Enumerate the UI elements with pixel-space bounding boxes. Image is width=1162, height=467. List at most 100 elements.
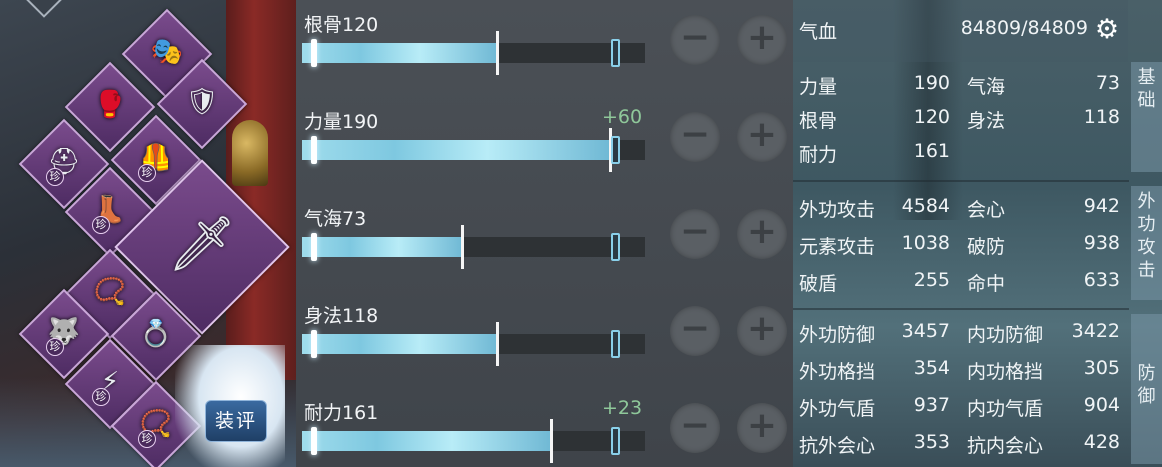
- stat-name: 耐力: [799, 144, 838, 166]
- attribute-bar: [302, 419, 645, 463]
- decrease-button[interactable]: −: [670, 306, 720, 356]
- attribute-bar: [302, 322, 645, 366]
- attribute-label: 气海73: [304, 208, 367, 230]
- weapon-icon: 🗡: [167, 212, 237, 275]
- attribute-bar-fill: [302, 140, 611, 160]
- tab-label-char: 基: [1137, 67, 1156, 88]
- stat-name: 抗内会心: [967, 435, 1044, 457]
- attribute-bonus: +23: [602, 397, 643, 419]
- bar-current-marker: [461, 225, 464, 269]
- gauntlet-icon: 🥊: [93, 90, 127, 120]
- stat-name: 外功格挡: [799, 361, 876, 383]
- bar-threshold-marker: [611, 427, 620, 455]
- stat-name: 会心: [967, 199, 1006, 221]
- stat-name: 抗外会心: [799, 435, 876, 457]
- stat-name: 命中: [967, 273, 1006, 295]
- attribute-bar: [302, 225, 645, 269]
- stat-name: 内功气盾: [967, 398, 1044, 420]
- attribute-row: 耐力161 +23 − +: [296, 389, 793, 463]
- decrease-button[interactable]: −: [670, 15, 720, 65]
- bar-current-marker: [496, 31, 499, 75]
- hp-row: 气血 84809/84809 ⚙: [793, 0, 1128, 62]
- stat-value: 937: [913, 394, 950, 416]
- tab-label-char: 外: [1137, 191, 1156, 212]
- necklace-icon: 📿: [93, 277, 127, 307]
- tab-attack[interactable]: 外功攻击: [1131, 186, 1162, 300]
- attribute-label: 根骨120: [304, 14, 379, 36]
- stat-value: 428: [1083, 431, 1120, 453]
- attribute-bar-fill: [302, 237, 463, 257]
- stat-name: 力量: [799, 76, 838, 98]
- increase-button[interactable]: +: [737, 209, 787, 259]
- attribute-label: 身法118: [304, 305, 379, 327]
- bar-start-marker: [311, 39, 317, 67]
- tab-defense[interactable]: 防御: [1131, 314, 1162, 464]
- hp-value: 84809/84809: [960, 17, 1088, 39]
- stat-value: 161: [913, 140, 950, 162]
- bar-threshold-marker: [611, 330, 620, 358]
- bracer-icon: 🛡: [185, 87, 219, 117]
- bar-current-marker: [496, 322, 499, 366]
- hp-label: 气血: [799, 21, 838, 43]
- stat-name: 内功防御: [967, 324, 1044, 346]
- bar-start-marker: [311, 427, 317, 455]
- bar-current-marker: [550, 419, 553, 463]
- back-diamond-button[interactable]: [24, 0, 64, 18]
- attribute-bar-fill: [302, 431, 552, 451]
- bar-start-marker: [311, 233, 317, 261]
- increase-button[interactable]: +: [737, 306, 787, 356]
- attribute-row: 力量190 +60 − +: [296, 98, 793, 172]
- increase-button[interactable]: +: [737, 403, 787, 453]
- tab-label-char: 防: [1137, 363, 1156, 384]
- decrease-button[interactable]: −: [670, 112, 720, 162]
- tab-label-char: 御: [1137, 386, 1156, 407]
- stat-value: 942: [1083, 195, 1120, 217]
- gear-icon[interactable]: ⚙: [1093, 16, 1121, 44]
- attribute-bar-fill: [302, 43, 498, 63]
- stat-name: 外功气盾: [799, 398, 876, 420]
- background-pillar: [226, 0, 296, 380]
- stat-name: 根骨: [799, 110, 838, 132]
- stat-name: 破防: [967, 236, 1006, 258]
- attribute-row: 气海73 − +: [296, 195, 793, 269]
- tab-label-char: 础: [1137, 90, 1156, 111]
- stat-value: 938: [1083, 232, 1120, 254]
- stat-value: 354: [913, 357, 950, 379]
- tab-basic[interactable]: 基础: [1131, 62, 1162, 172]
- attribute-label: 力量190: [304, 111, 379, 133]
- stat-name: 气海: [967, 76, 1006, 98]
- stat-value: 4584: [901, 195, 950, 217]
- tab-label-char: 功: [1137, 214, 1156, 235]
- stat-value: 255: [913, 269, 950, 291]
- increase-button[interactable]: +: [737, 112, 787, 162]
- rare-badge: 珍: [92, 216, 110, 234]
- gear-rating-button[interactable]: 装评: [205, 400, 267, 442]
- bar-start-marker: [311, 136, 317, 164]
- stat-name: 身法: [967, 110, 1006, 132]
- stat-value: 3422: [1071, 320, 1120, 342]
- stat-name: 元素攻击: [799, 236, 876, 258]
- stat-value: 353: [913, 431, 950, 453]
- decrease-button[interactable]: −: [670, 209, 720, 259]
- tab-label-char: 击: [1137, 260, 1156, 281]
- stat-value: 904: [1083, 394, 1120, 416]
- equipment-panel: 🎭 🥊 🛡 ⛑ 珍 🦺 珍 👢 珍 🗡 📿 💍 🐺 珍 ⚡ 珍 📿 珍 装评: [0, 0, 296, 467]
- stat-value: 118: [1083, 106, 1120, 128]
- attribute-allocation-panel: 根骨120− + 力量190 +60− + 气海73− + 身法118− + 耐力161 +23− +: [296, 0, 793, 467]
- stat-name: 内功格挡: [967, 361, 1044, 383]
- stat-value: 3457: [901, 320, 950, 342]
- stat-value: 73: [1095, 72, 1120, 94]
- rare-badge: 珍: [46, 338, 64, 356]
- bar-start-marker: [311, 330, 317, 358]
- decrease-button[interactable]: −: [670, 403, 720, 453]
- background-lantern: [232, 120, 268, 186]
- section-divider: [793, 308, 1129, 310]
- stat-name: 外功攻击: [799, 199, 876, 221]
- attribute-bar: [302, 31, 645, 75]
- stat-value: 633: [1083, 269, 1120, 291]
- rare-badge: 珍: [92, 388, 110, 406]
- attribute-bar: [302, 128, 645, 172]
- attribute-row: 根骨120 − +: [296, 1, 793, 75]
- increase-button[interactable]: +: [737, 15, 787, 65]
- stat-value: 120: [913, 106, 950, 128]
